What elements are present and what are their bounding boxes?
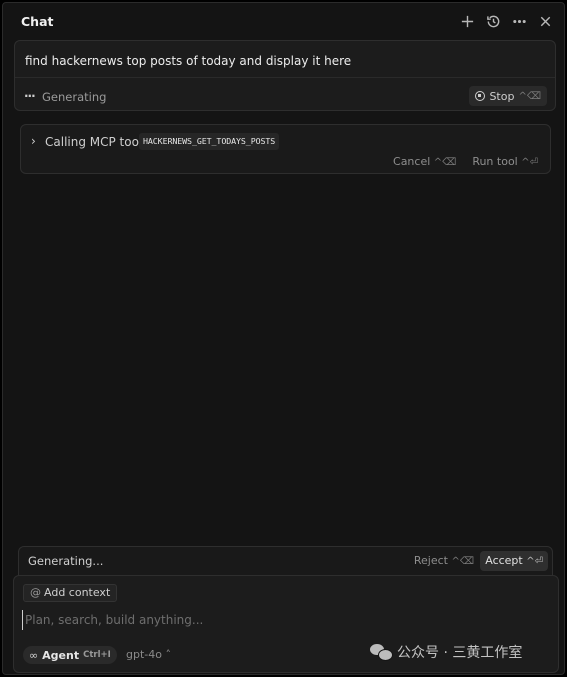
accept-button[interactable]: Accept ^⏎ [480, 551, 548, 571]
run-label: Run tool [472, 155, 518, 168]
reject-button[interactable]: Reject ^⌫ [414, 554, 474, 567]
generating-status: Generating [42, 90, 107, 104]
cancel-tool-button[interactable]: Cancel ^⌫ [393, 155, 456, 168]
header-actions [458, 12, 554, 30]
chat-header: Chat [3, 3, 564, 41]
agent-mode-button[interactable]: ∞ Agent Ctrl+I [23, 646, 117, 664]
run-shortcut: ^⏎ [521, 157, 538, 168]
model-label: gpt-4o [126, 648, 162, 661]
chat-panel: Chat find hackernews top posts of today … [2, 2, 565, 675]
watermark-text: 公众号 · 三黄工作室 [397, 645, 523, 661]
accept-label: Accept [485, 554, 523, 567]
mcp-tool-card: › Calling MCP tool HACKERNEWS_GET_TODAYS… [20, 124, 551, 174]
chat-input[interactable] [22, 610, 442, 630]
stop-label: Stop [489, 89, 515, 103]
user-message: find hackernews top posts of today and d… [14, 40, 556, 111]
tool-name-badge: HACKERNEWS_GET_TODAYS_POSTS [139, 133, 280, 150]
stop-button[interactable]: Stop ^⌫ [469, 86, 547, 106]
chevron-up-icon: ˄ [165, 648, 171, 661]
infinity-icon: ∞ [29, 648, 39, 662]
user-message-text: find hackernews top posts of today and d… [25, 54, 352, 68]
add-context-button[interactable]: @ Add context [23, 584, 118, 602]
agent-shortcut: Ctrl+I [83, 650, 111, 660]
at-icon: @ [30, 586, 41, 599]
tool-actions: Cancel ^⌫ Run tool ^⏎ [393, 155, 538, 168]
close-icon[interactable] [536, 12, 554, 30]
wechat-icon [370, 643, 393, 661]
chevron-right-icon[interactable]: › [31, 134, 36, 148]
agent-label: Agent [42, 648, 80, 662]
history-icon[interactable] [484, 12, 502, 30]
more-icon[interactable] [510, 12, 528, 30]
stop-icon [475, 91, 486, 101]
watermark: 公众号 · 三黄工作室 [370, 642, 522, 662]
tool-call-label: Calling MCP tool [45, 135, 143, 149]
accept-shortcut: ^⏎ [526, 556, 543, 567]
loading-dots-icon: ··· [24, 89, 36, 103]
generating-bar: Generating... Reject ^⌫ Accept ^⏎ [18, 546, 553, 576]
cancel-label: Cancel [393, 155, 431, 168]
generating-text: Generating... [28, 554, 104, 568]
run-tool-button[interactable]: Run tool ^⏎ [472, 155, 538, 168]
chat-title: Chat [21, 14, 54, 29]
reject-shortcut: ^⌫ [451, 556, 474, 567]
divider [15, 77, 555, 78]
cancel-shortcut: ^⌫ [433, 157, 457, 168]
model-selector[interactable]: gpt-4o ˄ [126, 648, 171, 661]
stop-shortcut: ^⌫ [518, 90, 541, 102]
plus-icon[interactable] [458, 12, 476, 30]
add-context-label: Add context [44, 586, 111, 599]
reject-label: Reject [413, 554, 448, 567]
